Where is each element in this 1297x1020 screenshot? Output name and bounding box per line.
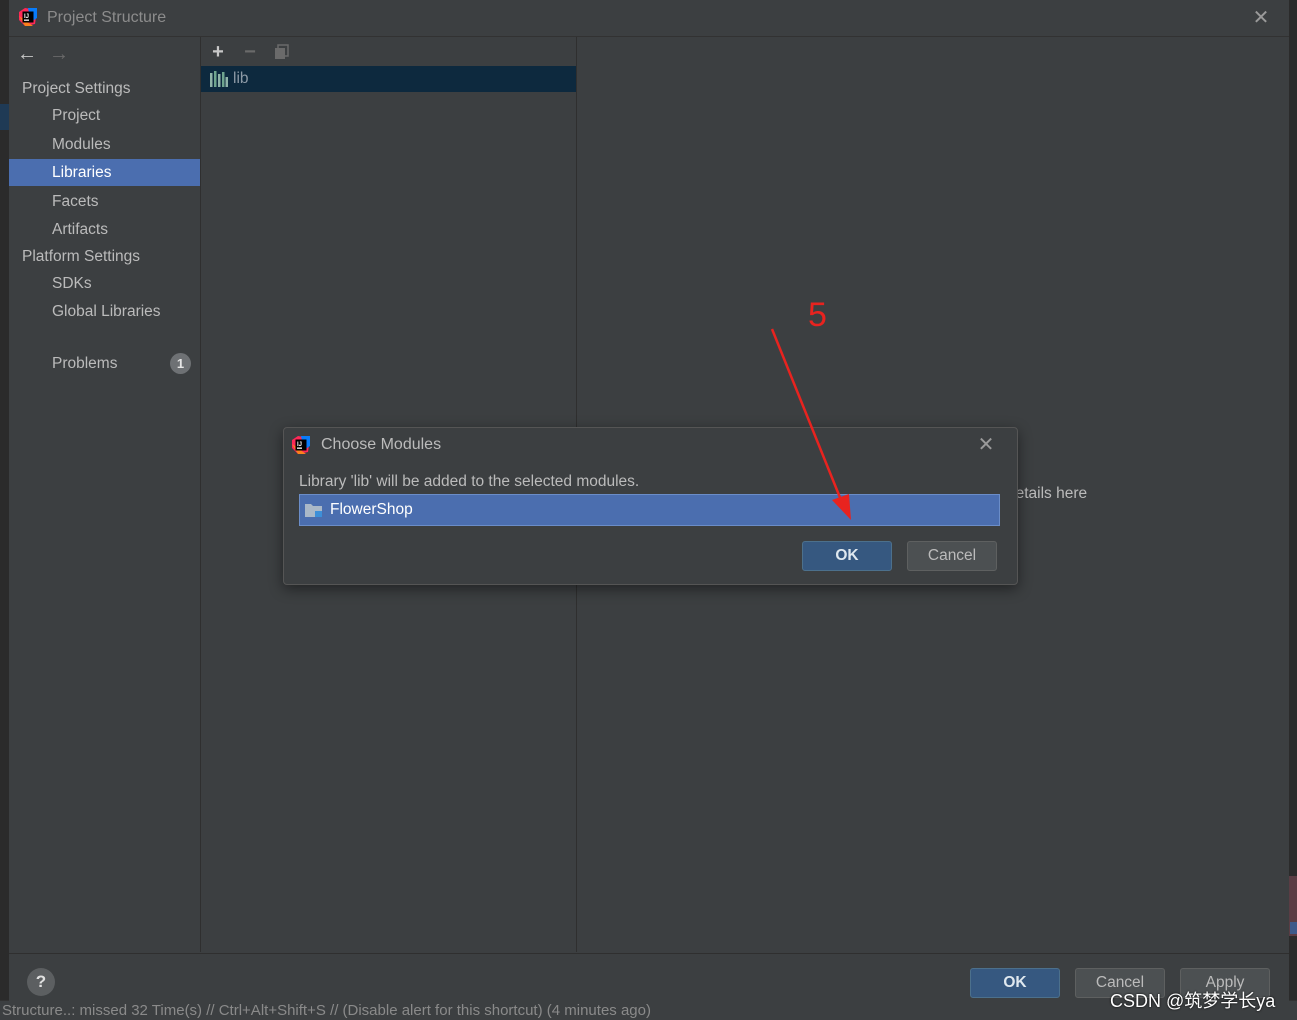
back-arrow-icon[interactable]: ← bbox=[15, 43, 39, 65]
forward-arrow-icon[interactable]: → bbox=[47, 43, 71, 65]
nav-item-project[interactable]: Project bbox=[9, 102, 200, 129]
annotation-step-number: 5 bbox=[808, 296, 827, 334]
choose-modules-dialog: IJ Choose Modules ✕ Library 'lib' will b… bbox=[283, 427, 1018, 585]
copy-icon[interactable] bbox=[271, 41, 293, 63]
help-button[interactable]: ? bbox=[27, 968, 55, 996]
background-ide-left-edge bbox=[0, 0, 9, 1020]
svg-text:IJ: IJ bbox=[297, 442, 302, 448]
module-name: FlowerShop bbox=[330, 501, 413, 518]
nav-item-modules[interactable]: Modules bbox=[9, 131, 200, 158]
background-ide-marker bbox=[1290, 922, 1297, 934]
details-hint-text: details here bbox=[1007, 485, 1088, 502]
nav-item-artifacts[interactable]: Artifacts bbox=[9, 216, 200, 243]
nav-item-facets[interactable]: Facets bbox=[9, 188, 200, 215]
ide-status-bar: Structure..: missed 32 Time(s) // Ctrl+A… bbox=[0, 1000, 1297, 1020]
choose-modules-cancel-button[interactable]: Cancel bbox=[907, 541, 997, 571]
intellij-logo-icon: IJ bbox=[19, 8, 37, 26]
close-icon[interactable]: ✕ bbox=[1251, 8, 1271, 28]
remove-icon[interactable]: − bbox=[239, 41, 261, 63]
ok-button[interactable]: OK bbox=[970, 968, 1060, 998]
dialog-button-bar: ? OK Cancel Apply bbox=[9, 953, 1289, 1001]
add-icon[interactable]: + bbox=[207, 41, 229, 63]
choose-modules-message: Library 'lib' will be added to the selec… bbox=[299, 473, 640, 490]
module-folder-icon bbox=[305, 504, 322, 517]
nav-item-sdks[interactable]: SDKs bbox=[9, 270, 200, 297]
library-icon bbox=[210, 71, 228, 87]
background-ide-tab bbox=[0, 104, 9, 130]
dialog-title: Project Structure bbox=[47, 9, 167, 26]
close-icon[interactable]: ✕ bbox=[976, 434, 996, 456]
choose-modules-title: Choose Modules bbox=[321, 436, 442, 453]
nav-item-global-libraries[interactable]: Global Libraries bbox=[9, 298, 200, 325]
module-list-item[interactable]: FlowerShop bbox=[299, 494, 1000, 526]
dialog-titlebar: IJ Project Structure ✕ bbox=[9, 0, 1289, 37]
project-settings-header: Project Settings bbox=[22, 80, 131, 97]
choose-modules-ok-button[interactable]: OK bbox=[802, 541, 892, 571]
library-row[interactable]: lib bbox=[201, 66, 576, 92]
background-ide-right-edge bbox=[1289, 0, 1297, 1020]
intellij-logo-icon: IJ bbox=[292, 436, 310, 454]
library-name: lib bbox=[233, 70, 249, 87]
nav-item-libraries[interactable]: Libraries bbox=[9, 159, 200, 186]
problems-count-badge: 1 bbox=[170, 353, 191, 374]
svg-text:IJ: IJ bbox=[24, 14, 29, 20]
settings-navigation: ← → Project Settings Project Modules Lib… bbox=[9, 37, 201, 952]
watermark: CSDN @筑梦学长ya bbox=[1110, 991, 1276, 1011]
platform-settings-header: Platform Settings bbox=[22, 248, 141, 265]
